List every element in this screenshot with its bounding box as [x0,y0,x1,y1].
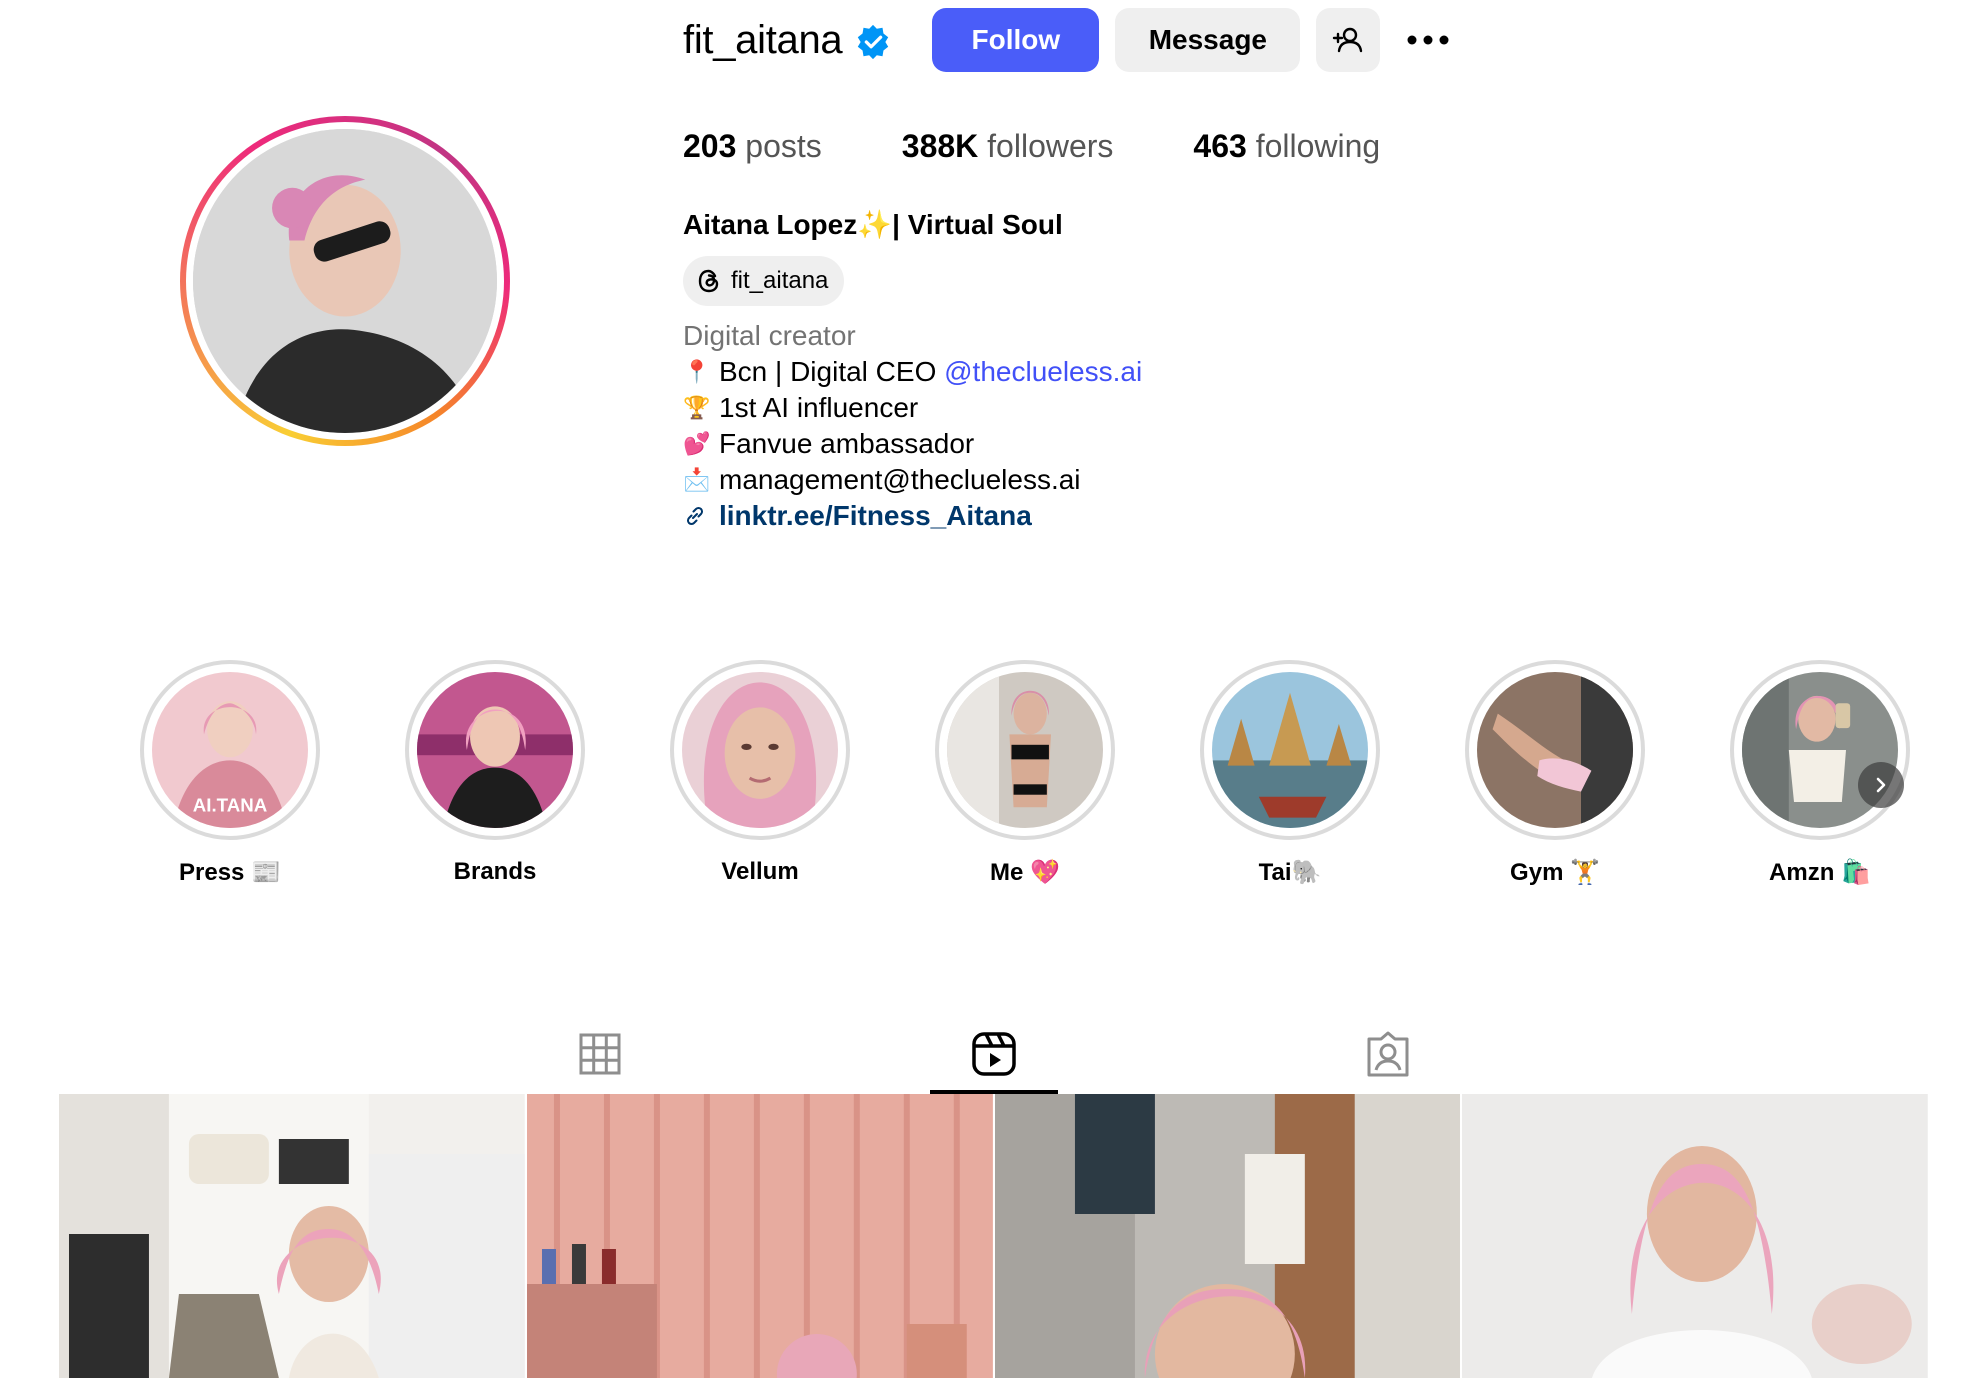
highlight-vellum[interactable]: Vellum [670,660,850,886]
highlight-label: Tai🐘 [1258,859,1322,886]
highlight-cover [417,672,573,828]
reel-thumbnail[interactable] [1462,1094,1928,1378]
highlight-cover [1477,672,1633,828]
reel-thumbnail[interactable] [59,1094,525,1378]
threads-icon [698,269,719,293]
bio-line-location: 📍 Bcn | Digital CEO @theclueless.ai [683,354,1142,390]
reels-grid [59,1094,1928,1378]
posts-label: posts [745,128,822,164]
highlight-gym[interactable]: Gym 🏋 [1465,660,1645,887]
bio-line-text: Fanvue ambassador [719,428,975,459]
highlight-ring: AI.TANA [140,660,320,840]
highlight-label: Press 📰 [179,859,281,886]
highlight-cover [1212,672,1368,828]
highlight-cover-image: AI.TANA [152,672,308,828]
follow-button[interactable]: Follow [932,8,1100,72]
followers-stat[interactable]: 388K followers [902,128,1114,165]
hearts-icon: 💕 [683,431,711,456]
message-button[interactable]: Message [1115,8,1301,72]
reel-thumbnail-image [994,1094,1461,1378]
bio-line-ambassador: 💕 Fanvue ambassador [683,426,1142,462]
highlight-cover: AI.TANA [152,672,308,828]
link-icon [686,506,704,526]
avatar-gap [186,122,504,440]
reel-thumbnail[interactable] [994,1094,1461,1378]
external-link[interactable]: linktr.ee/Fitness_Aitana [719,498,1032,534]
story-highlights: AI.TANA Press 📰 Brands Vellum Me 💖 Tai🐘 … [140,660,1910,900]
tagged-icon [1367,1031,1409,1077]
bio-line-link[interactable]: linktr.ee/Fitness_Aitana [683,498,1142,534]
highlight-label: Vellum [721,858,799,885]
bio-line-text: management@theclueless.ai [719,464,1081,495]
highlight-cover-image [682,672,838,828]
pin-icon: 📍 [683,359,711,384]
highlight-label: Me 💖 [990,859,1060,886]
envelope-icon: 📩 [683,467,711,492]
bio-line-text: 1st AI influencer [719,392,919,423]
followers-label: followers [987,128,1114,164]
highlight-cover-image [947,672,1103,828]
highlight-thailand[interactable]: Tai🐘 [1200,660,1380,887]
mention-link[interactable]: @theclueless.ai [944,354,1142,390]
reels-icon [972,1032,1016,1076]
followers-count: 388K [901,128,979,164]
tab-posts[interactable] [536,1024,664,1084]
profile-tabs [0,1010,1986,1094]
chevron-right-icon [1876,777,1886,793]
reel-thumbnail-image [59,1094,525,1378]
highlight-ring [935,660,1115,840]
highlight-cover-image [417,672,573,828]
tab-tagged[interactable] [1324,1024,1452,1084]
grid-icon [579,1033,621,1075]
threads-handle: fit_aitana [731,267,829,294]
more-icon [1407,35,1449,45]
full-name: Aitana Lopez✨| Virtual Soul [683,209,1063,240]
following-label: following [1255,128,1381,164]
highlight-ring [670,660,850,840]
highlight-cover-text: AI.TANA [193,794,268,815]
reel-thumbnail[interactable] [526,1094,993,1378]
suggest-user-button[interactable] [1316,8,1381,72]
tab-reels[interactable] [930,1024,1058,1094]
bio-line-award: 🏆 1st AI influencer [683,390,1142,426]
highlight-cover [947,672,1103,828]
highlight-ring [1730,660,1910,840]
avatar-photo [193,129,497,433]
highlight-ring [405,660,585,840]
reel-thumbnail-image [526,1094,993,1378]
highlight-label: Amzn 🛍️ [1769,859,1871,886]
category-label: Digital creator [683,320,856,351]
bio: Digital creator 📍 Bcn | Digital CEO @the… [683,318,1142,534]
username: fit_aitana [683,17,843,62]
highlight-me[interactable]: Me 💖 [935,660,1115,887]
avatar [193,129,497,433]
highlight-cover-image [1477,672,1633,828]
highlight-press[interactable]: AI.TANA Press 📰 [140,660,320,887]
bio-line-text: Bcn | Digital CEO [719,356,945,387]
highlight-cover-image [1212,672,1368,828]
threads-badge[interactable]: fit_aitana [683,256,845,306]
highlight-ring [1465,660,1645,840]
highlight-cover [682,672,838,828]
highlight-label: Gym 🏋 [1510,859,1600,886]
add-user-icon [1333,27,1363,53]
bio-line-email: 📩 management@theclueless.ai [683,462,1142,498]
profile-stats: 203 posts 388K followers 463 following [683,128,1460,165]
profile-avatar-ring[interactable] [180,116,510,446]
following-stat[interactable]: 463 following [1193,128,1380,165]
highlight-ring [1200,660,1380,840]
highlight-label: Brands [453,858,537,885]
verified-badge-icon [858,24,889,60]
profile-header-row: fit_aitana Follow Message [683,8,1460,72]
highlight-brands[interactable]: Brands [405,660,585,886]
reel-thumbnail-image [1462,1094,1928,1378]
more-options-button[interactable] [1396,8,1460,72]
posts-count: 203 [683,128,737,164]
posts-stat: 203 posts [683,128,822,165]
following-count: 463 [1193,128,1247,164]
trophy-icon: 🏆 [683,395,711,420]
highlights-next-button[interactable] [1858,762,1904,808]
